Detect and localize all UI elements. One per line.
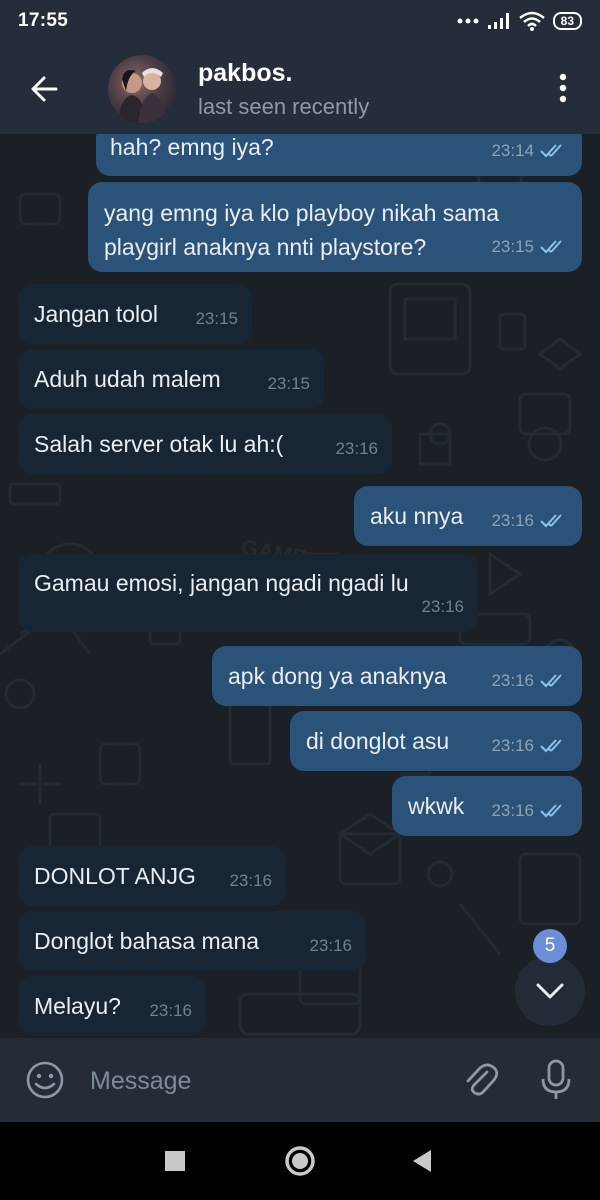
message-bubble-incoming[interactable]: Salah server otak lu ah:( 23:16 bbox=[18, 414, 392, 474]
message-meta: 23:16 bbox=[491, 504, 568, 538]
message-meta: 23:15 bbox=[195, 302, 238, 336]
message-text: hah? emng iya? bbox=[110, 134, 274, 160]
message-time: 23:16 bbox=[491, 511, 534, 530]
message-time: 23:16 bbox=[335, 439, 378, 458]
nav-back-icon[interactable] bbox=[412, 1149, 432, 1173]
message-meta: 23:16 bbox=[421, 590, 464, 624]
message-text: apk dong ya anaknya bbox=[228, 663, 447, 689]
nav-home-icon[interactable] bbox=[284, 1145, 316, 1177]
message-text: Aduh udah malem bbox=[34, 366, 221, 392]
chat-name[interactable]: pakbos. bbox=[198, 59, 292, 88]
message-meta: 23:15 bbox=[267, 367, 310, 401]
message-input[interactable] bbox=[88, 1056, 442, 1106]
status-bar: 17:55 83 bbox=[0, 0, 600, 42]
chat-header: pakbos. last seen recently bbox=[0, 42, 600, 134]
message-bubble-outgoing[interactable]: apk dong ya anaknya 23:16 bbox=[212, 646, 582, 706]
message-text: Gamau emosi, jangan ngadi ngadi lu bbox=[34, 570, 409, 596]
message-bubble-outgoing[interactable]: wkwk 23:16 bbox=[392, 776, 582, 836]
message-bubble-outgoing[interactable]: aku nnya 23:16 bbox=[354, 486, 582, 546]
message-bubble-incoming[interactable]: Melayu? 23:16 bbox=[18, 976, 206, 1036]
message-meta: 23:15 bbox=[491, 230, 568, 264]
message-bubble-incoming[interactable]: Gamau emosi, jangan ngadi ngadi lu 23:16 bbox=[18, 554, 478, 632]
message-time: 23:16 bbox=[309, 936, 352, 955]
message-time: 23:15 bbox=[267, 374, 310, 393]
battery-level: 83 bbox=[552, 12, 582, 30]
message-time: 23:15 bbox=[491, 237, 534, 256]
chat-area[interactable]: GAME hah? emng iya? 23:14 yang emng iya … bbox=[0, 134, 600, 1038]
message-text: di donglot asu bbox=[306, 728, 450, 754]
message-meta: 23:16 bbox=[309, 929, 352, 963]
nav-recents-icon[interactable] bbox=[165, 1151, 185, 1171]
message-bubble-outgoing[interactable]: yang emng iya klo playboy nikah sama pla… bbox=[88, 182, 582, 272]
message-bubble-incoming[interactable]: Aduh udah malem 23:15 bbox=[18, 349, 324, 409]
message-meta: 23:16 bbox=[149, 994, 192, 1028]
message-text: Donglot bahasa mana bbox=[34, 928, 260, 954]
message-time: 23:16 bbox=[149, 1001, 192, 1020]
wifi-icon bbox=[518, 11, 545, 31]
message-time: 23:16 bbox=[491, 736, 534, 755]
message-bubble-incoming[interactable]: DONLOT ANJG 23:16 bbox=[18, 846, 286, 906]
message-time: 23:15 bbox=[195, 309, 238, 328]
message-meta: 23:16 bbox=[491, 794, 568, 828]
more-dots-icon bbox=[457, 18, 479, 24]
message-bubble-outgoing[interactable]: hah? emng iya? 23:14 bbox=[96, 134, 582, 176]
message-meta: 23:16 bbox=[491, 729, 568, 763]
signal-icon bbox=[487, 13, 509, 29]
message-text: aku nnya bbox=[370, 503, 464, 529]
paperclip-icon[interactable] bbox=[460, 1060, 500, 1100]
status-time: 17:55 bbox=[18, 10, 69, 31]
system-nav-bar bbox=[0, 1122, 600, 1200]
message-text: Salah server otak lu ah:( bbox=[34, 431, 284, 457]
chevron-down-icon bbox=[536, 983, 564, 999]
message-text: Jangan tolol bbox=[34, 301, 159, 327]
message-bubble-incoming[interactable]: Donglot bahasa mana 23:16 bbox=[18, 911, 366, 971]
avatar[interactable] bbox=[108, 55, 176, 123]
double-check-icon bbox=[540, 144, 562, 158]
message-text: DONLOT ANJG bbox=[34, 863, 196, 889]
message-time: 23:16 bbox=[491, 801, 534, 820]
message-text: yang emng iya klo playboy nikah sama pla… bbox=[104, 200, 500, 260]
message-time: 23:16 bbox=[491, 671, 534, 690]
message-meta: 23:16 bbox=[229, 864, 272, 898]
message-meta: 23:14 bbox=[491, 134, 568, 168]
message-text: wkwk bbox=[408, 793, 465, 819]
message-compose-bar bbox=[0, 1038, 600, 1122]
back-arrow-icon[interactable] bbox=[26, 69, 66, 109]
message-meta: 23:16 bbox=[335, 432, 378, 466]
avatar-photo bbox=[118, 68, 166, 123]
status-icons: 83 bbox=[457, 11, 582, 31]
emoji-icon[interactable] bbox=[25, 1060, 65, 1100]
double-check-icon bbox=[540, 674, 562, 688]
message-bubble-outgoing[interactable]: di donglot asu 23:16 bbox=[290, 711, 582, 771]
message-bubble-incoming[interactable]: Jangan tolol 23:15 bbox=[18, 284, 252, 344]
message-time: 23:16 bbox=[421, 597, 464, 616]
double-check-icon bbox=[540, 739, 562, 753]
double-check-icon bbox=[540, 804, 562, 818]
mic-icon[interactable] bbox=[538, 1058, 574, 1102]
chat-last-seen: last seen recently bbox=[198, 94, 370, 119]
scroll-down-button[interactable] bbox=[515, 956, 585, 1026]
message-meta: 23:16 bbox=[491, 664, 568, 698]
message-time: 23:16 bbox=[229, 871, 272, 890]
more-vert-icon[interactable] bbox=[548, 68, 578, 108]
double-check-icon bbox=[540, 240, 562, 254]
double-check-icon bbox=[540, 514, 562, 528]
message-time: 23:14 bbox=[491, 141, 534, 160]
unread-count-badge[interactable]: 5 bbox=[533, 929, 567, 963]
message-text: Melayu? bbox=[34, 993, 121, 1019]
